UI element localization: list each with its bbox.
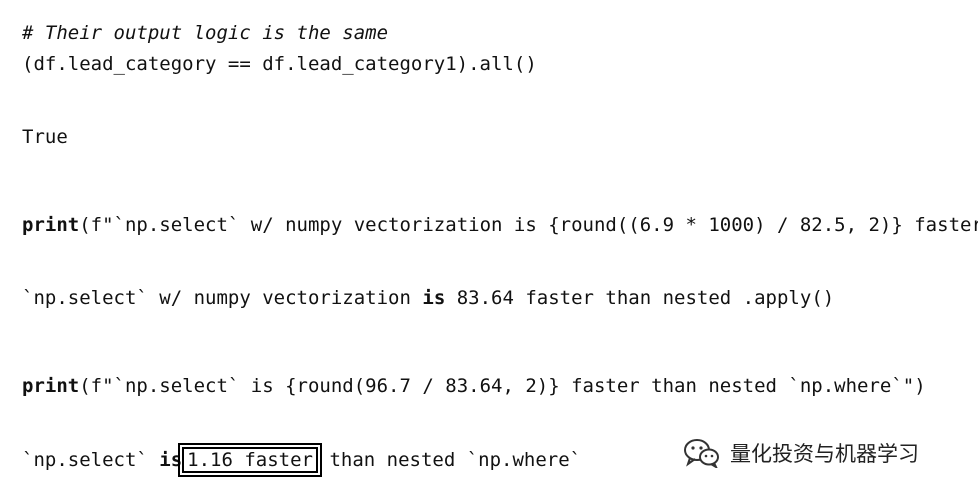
code-all-check: (df.lead_category == df.lead_category1).… (22, 53, 537, 75)
wechat-icon (684, 439, 719, 468)
code-comment: # Their output logic is the same (22, 22, 389, 44)
output-text: `np.select` (22, 449, 160, 471)
code-output-view: # Their output logic is the same (df.lea… (0, 0, 978, 494)
watermark-text: 量化投资与机器学习 (730, 442, 919, 466)
print-keyword: print (22, 375, 80, 397)
code-print-2: print(f"`np.select` is {round(96.7 / 83.… (22, 374, 926, 398)
output-line-2: `np.select` is 1.16 faster than nested `n… (22, 443, 582, 477)
highlighted-result-box: 1.16 faster (178, 443, 323, 477)
is-keyword: is (159, 449, 183, 471)
print-keyword: print (22, 214, 80, 236)
print-args: (f"`np.select` is {round(96.7 / 83.64, 2… (79, 375, 926, 397)
watermark: 量化投资与机器学习 (682, 436, 919, 470)
is-keyword: is (422, 287, 446, 309)
output-text: than nested `np.where` (318, 449, 582, 471)
output-true: True (22, 126, 68, 148)
print-args: (f"`np.select` w/ numpy vectorization is… (79, 214, 978, 236)
output-line-1: `np.select` w/ numpy vectorization is 83… (22, 286, 834, 310)
code-print-1: print(f"`np.select` w/ numpy vectorizati… (22, 213, 978, 237)
output-text: 83.64 faster than nested .apply() (445, 287, 835, 309)
output-text: `np.select` w/ numpy vectorization (22, 287, 423, 309)
